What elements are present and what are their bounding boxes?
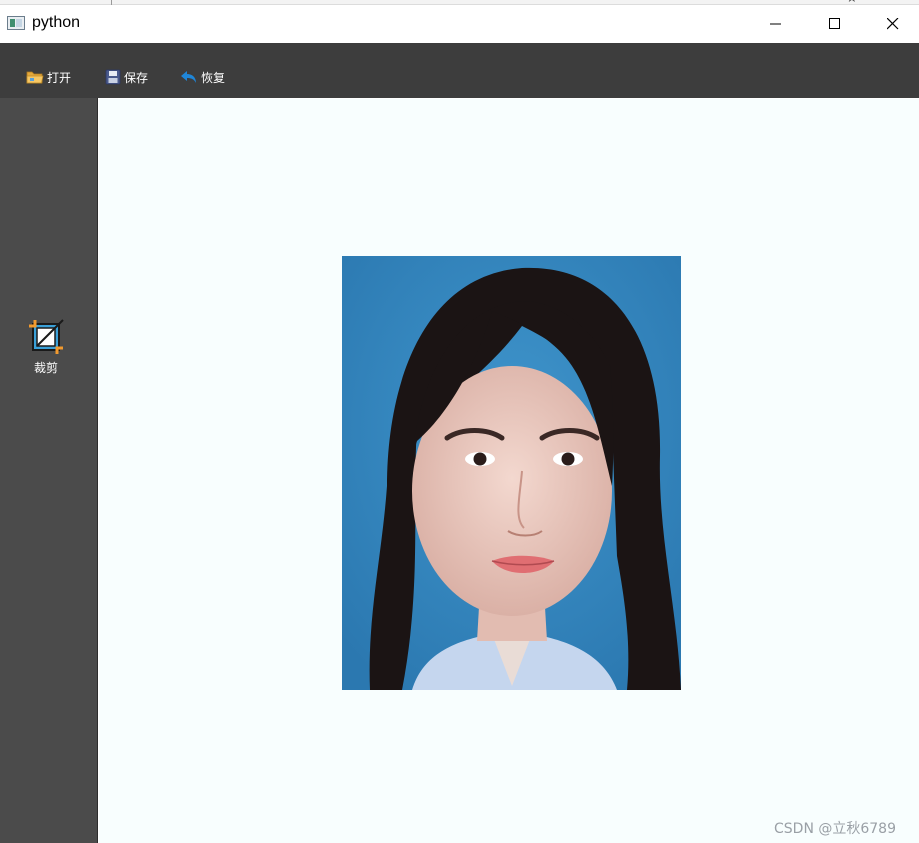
close-button[interactable] bbox=[864, 5, 919, 43]
maximize-button[interactable] bbox=[806, 5, 864, 43]
save-button[interactable]: 保存 bbox=[105, 67, 148, 87]
image-canvas[interactable] bbox=[99, 99, 919, 843]
crop-label: 裁剪 bbox=[33, 361, 58, 375]
close-icon bbox=[887, 18, 899, 30]
folder-open-icon bbox=[26, 71, 44, 84]
open-label: 打开 bbox=[47, 70, 72, 85]
undo-arrow-icon bbox=[181, 71, 196, 83]
crop-icon bbox=[29, 319, 64, 354]
watermark: CSDN @立秋6789 bbox=[774, 821, 896, 837]
undo-button[interactable]: 恢复 bbox=[180, 67, 225, 87]
crop-button[interactable]: 裁剪 bbox=[24, 318, 68, 376]
maximize-icon bbox=[829, 18, 840, 29]
toolbar: 打开 保存 恢复 bbox=[0, 43, 919, 98]
minimize-button[interactable] bbox=[747, 5, 805, 43]
portrait-image bbox=[342, 256, 681, 690]
minimize-icon bbox=[770, 23, 781, 25]
undo-label: 恢复 bbox=[201, 70, 226, 85]
app-window-icon bbox=[7, 16, 25, 30]
open-button[interactable]: 打开 bbox=[26, 67, 71, 87]
window-title: python bbox=[32, 14, 81, 31]
save-label: 保存 bbox=[124, 70, 149, 85]
title-bar: python bbox=[0, 5, 919, 43]
tool-sidebar: 裁剪 bbox=[0, 98, 98, 843]
portrait-photo bbox=[342, 256, 681, 690]
floppy-disk-icon bbox=[105, 69, 121, 85]
